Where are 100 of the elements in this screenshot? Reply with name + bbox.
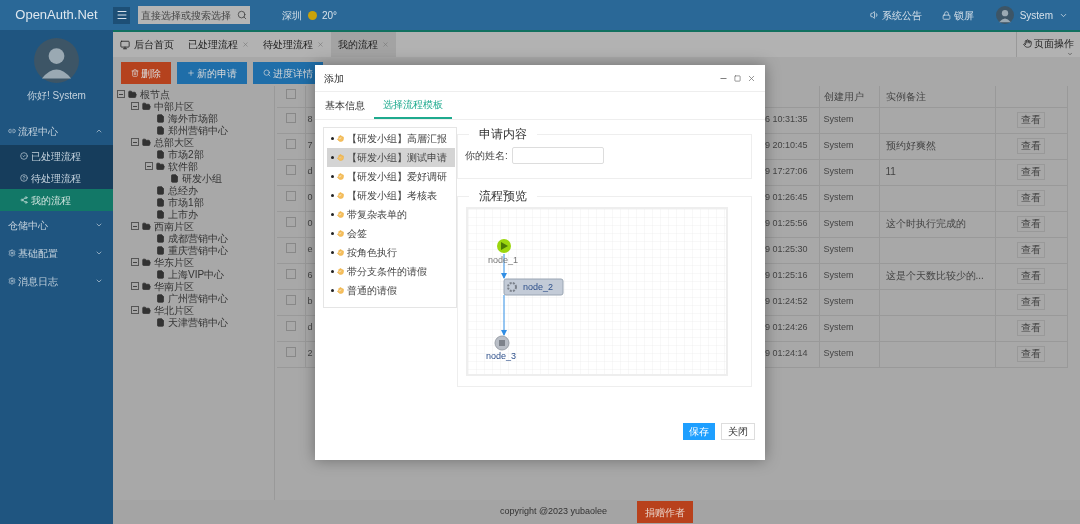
menu-item[interactable]: 消息日志 <box>0 267 113 295</box>
checkbox[interactable] <box>285 138 296 149</box>
view-button[interactable]: 查看 <box>1017 242 1045 258</box>
gear-icon <box>8 249 16 257</box>
donate-button[interactable]: 捐赠作者 <box>637 501 694 523</box>
submenu-item[interactable]: 待处理流程 <box>0 167 113 189</box>
view-button[interactable]: 查看 <box>1017 138 1045 154</box>
collapse-toggle[interactable] <box>131 282 139 290</box>
view-button[interactable]: 查看 <box>1017 294 1045 310</box>
close-icon[interactable] <box>747 73 756 83</box>
view-button[interactable]: 查看 <box>1017 190 1045 206</box>
maximize-icon[interactable] <box>734 74 741 82</box>
view-button[interactable]: 查看 <box>1017 112 1045 128</box>
table-cell: 9 01:26:45 <box>765 192 808 203</box>
collapse-toggle[interactable] <box>131 258 139 266</box>
dialog-tab[interactable]: 基本信息 <box>316 92 374 119</box>
checkbox[interactable] <box>285 242 296 253</box>
close-button[interactable]: 关闭 <box>721 423 755 440</box>
collapse-toggle[interactable] <box>131 222 139 230</box>
bullet-icon <box>331 232 334 235</box>
collapse-toggle[interactable] <box>131 138 139 146</box>
speaker-icon <box>869 10 880 20</box>
start-node[interactable] <box>497 239 511 253</box>
checkbox[interactable] <box>285 190 296 201</box>
checkbox[interactable] <box>285 216 296 227</box>
template-item[interactable]: 【研发小组】高層汇报 <box>327 129 455 148</box>
template-item[interactable]: 普通的请假 <box>327 281 455 300</box>
table-cell: System <box>823 270 854 281</box>
view-button[interactable]: 查看 <box>1017 346 1045 362</box>
view-button[interactable]: 查看 <box>1017 320 1045 336</box>
template-item[interactable]: 带复杂表单的 <box>327 205 455 224</box>
user-name[interactable]: System <box>1019 7 1053 23</box>
collapse-toggle[interactable] <box>131 102 139 110</box>
template-item[interactable]: 【研发小组】测试申请 <box>327 148 455 167</box>
table-cell: 9 01:25:56 <box>765 218 808 229</box>
save-button[interactable]: 保存 <box>683 423 715 440</box>
task-node[interactable] <box>503 278 564 296</box>
view-button[interactable]: 查看 <box>1017 164 1045 180</box>
table-cell: System <box>823 296 854 307</box>
table-cell: System <box>823 348 854 359</box>
view-button[interactable]: 查看 <box>1017 216 1045 232</box>
bullet-icon <box>331 289 334 292</box>
template-item[interactable]: 带分支条件的请假 <box>327 262 455 281</box>
checkbox[interactable] <box>285 268 296 279</box>
tab[interactable]: 待处理流程 <box>256 32 331 57</box>
toolbar-button[interactable]: 删除 <box>121 62 171 84</box>
table-cell: 这是个天数比较少的... <box>885 270 984 282</box>
city-label: 深圳 <box>282 8 302 23</box>
node-label: node_2 <box>523 282 553 292</box>
notice-link[interactable]: 系统公告 <box>881 7 922 23</box>
search-field[interactable]: 直接选择或搜索选择 <box>138 6 250 24</box>
file-icon <box>156 113 165 123</box>
close-icon[interactable] <box>317 41 324 48</box>
folder-icon <box>142 257 151 267</box>
collapse-toggle[interactable] <box>131 306 139 314</box>
checkbox[interactable] <box>285 89 296 99</box>
submenu-item[interactable]: 已处理流程 <box>0 145 113 167</box>
page-menu-button[interactable]: 页面操作 <box>1016 32 1080 57</box>
menu-item[interactable]: 基础配置 <box>0 239 113 267</box>
link-icon <box>8 127 16 135</box>
file-icon <box>156 185 165 195</box>
folder-icon <box>128 89 137 99</box>
table-cell: 0 <box>307 192 313 203</box>
checkbox[interactable] <box>285 112 296 123</box>
template-item[interactable]: 【研发小组】考核表 <box>327 186 455 205</box>
template-item[interactable]: 【研发小组】爱好调研 <box>327 167 455 186</box>
file-icon <box>156 149 165 159</box>
toolbar-button[interactable]: 进度详情 <box>253 62 323 84</box>
hand-icon <box>1023 39 1032 48</box>
dialog-tab[interactable]: 选择流程模板 <box>374 92 452 119</box>
checkbox[interactable] <box>285 294 296 305</box>
copyright-text: copyright @2023 yubaolee <box>499 505 608 519</box>
table-cell: 9 01:24:14 <box>765 348 808 359</box>
lock-link[interactable]: 锁屏 <box>953 7 974 23</box>
close-icon[interactable] <box>382 41 389 48</box>
menu-item[interactable]: 仓储中心 <box>0 211 113 239</box>
collapse-toggle[interactable] <box>117 90 125 98</box>
connector-arrow <box>501 294 507 336</box>
tab[interactable]: 后台首页 <box>113 32 181 57</box>
name-field[interactable] <box>511 147 604 164</box>
monitor-icon <box>120 39 130 50</box>
file-icon <box>156 209 165 219</box>
view-button[interactable]: 查看 <box>1017 268 1045 284</box>
checkbox[interactable] <box>285 320 296 331</box>
checkbox[interactable] <box>285 164 296 175</box>
bullet-icon <box>331 156 334 159</box>
tab[interactable]: 已处理流程 <box>181 32 256 57</box>
template-item[interactable]: 会签 <box>327 224 455 243</box>
end-node[interactable] <box>494 335 510 351</box>
checkbox[interactable] <box>285 346 296 357</box>
toolbar-button[interactable]: 新的申请 <box>177 62 247 84</box>
close-icon[interactable] <box>242 41 249 48</box>
user-avatar <box>995 6 1014 24</box>
menu-item[interactable]: 流程中心 <box>0 117 113 145</box>
template-item[interactable]: 按角色执行 <box>327 243 455 262</box>
tab[interactable]: 我的流程 <box>331 32 396 57</box>
table-cell: 2 <box>307 348 313 359</box>
submenu-item[interactable]: 我的流程 <box>0 189 113 211</box>
menu-button[interactable] <box>113 6 130 24</box>
collapse-toggle[interactable] <box>145 162 153 170</box>
